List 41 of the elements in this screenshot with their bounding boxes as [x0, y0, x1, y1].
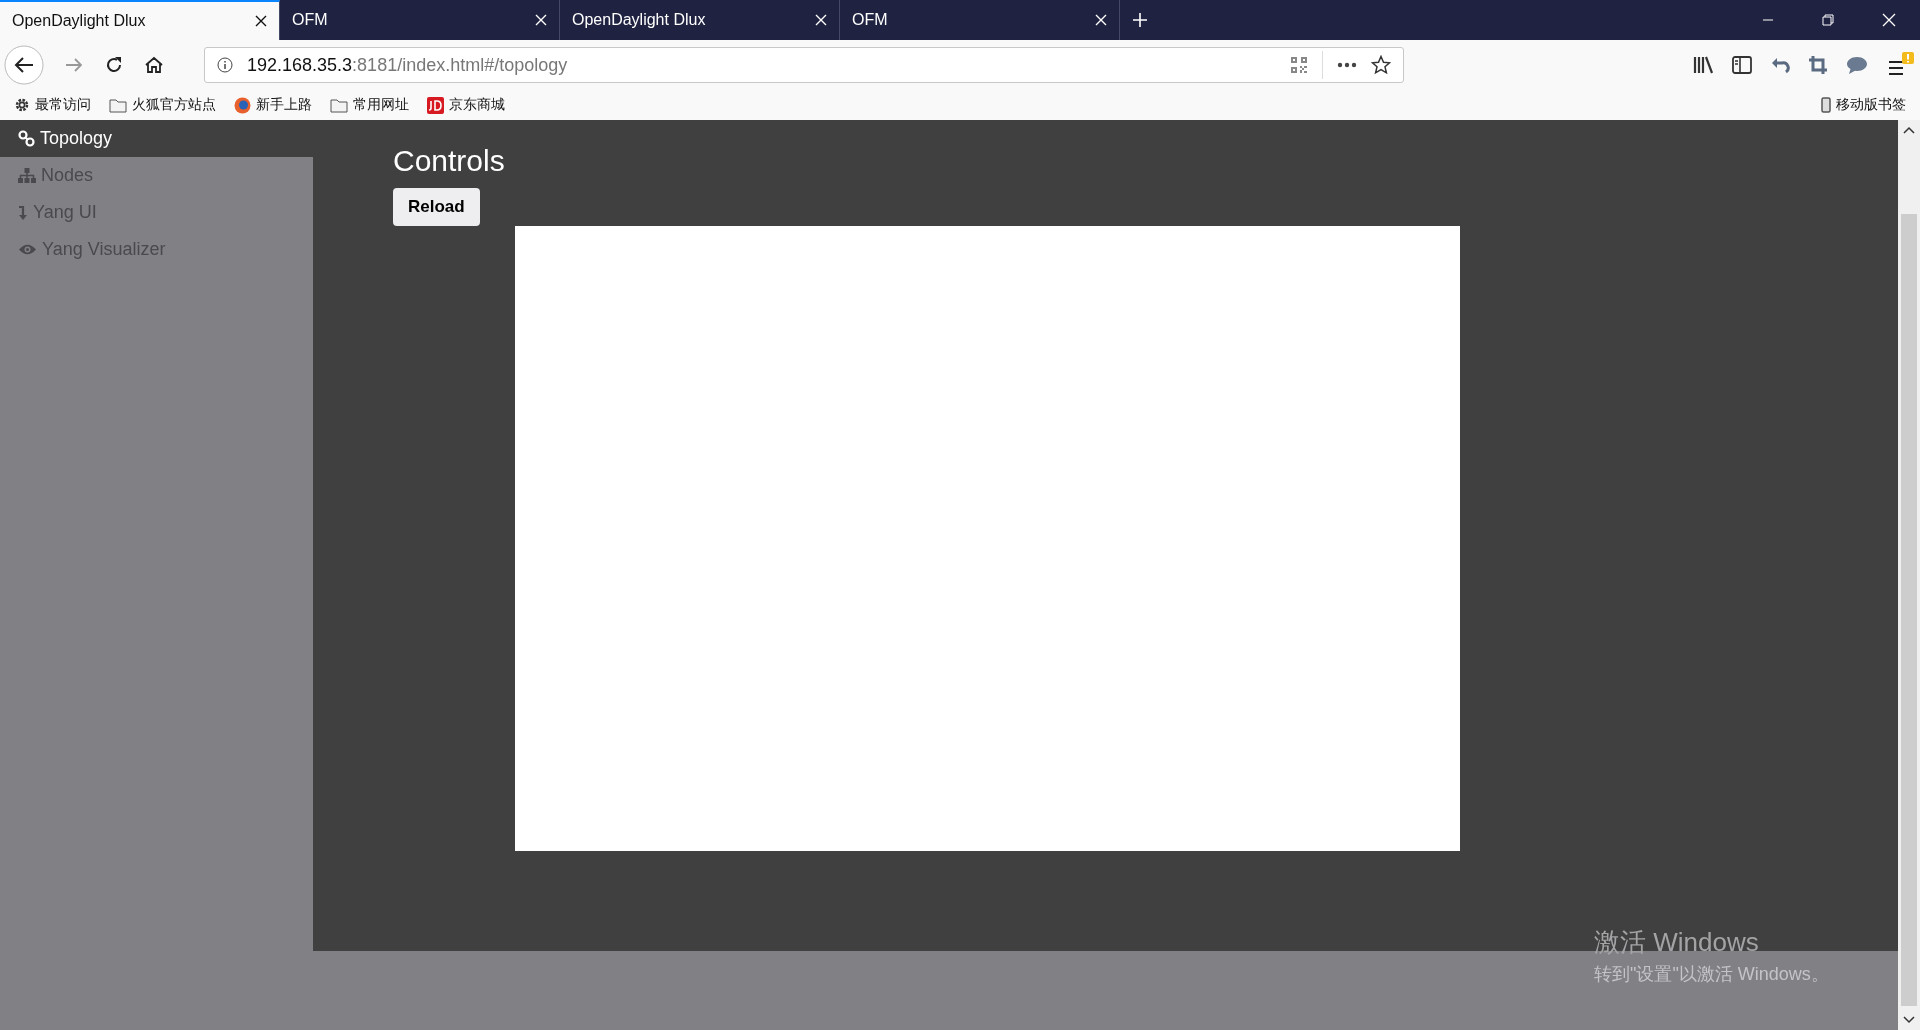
- bookmark-item[interactable]: 最常访问: [14, 96, 91, 114]
- browser-tab[interactable]: OpenDaylight Dlux: [0, 0, 280, 40]
- chain-link-icon: [18, 130, 35, 147]
- reload-icon[interactable]: [104, 55, 124, 75]
- activation-text: 转到"设置"以激活 Windows。: [1594, 963, 1829, 986]
- globe-icon: [234, 96, 251, 114]
- qr-code-icon[interactable]: [1290, 56, 1308, 74]
- mobile-bookmarks[interactable]: 移动版书签: [1821, 96, 1906, 114]
- activation-title: 激活 Windows: [1594, 926, 1760, 959]
- star-icon[interactable]: [1371, 55, 1391, 75]
- url-text: 192.168.35.3:8181/index.html#/topology: [247, 54, 568, 76]
- address-field[interactable]: 192.168.35.3:8181/index.html#/topology: [204, 47, 1404, 83]
- bookmark-item[interactable]: 新手上路: [234, 96, 312, 114]
- new-tab-icon[interactable]: [1132, 12, 1148, 28]
- crop-icon[interactable]: [1808, 55, 1828, 75]
- scrollbar-thumb[interactable]: [1901, 214, 1917, 1006]
- folder-icon: [330, 97, 348, 113]
- section-heading: Controls: [393, 144, 505, 178]
- down-arrow-icon: [18, 204, 28, 221]
- home-icon[interactable]: [144, 55, 164, 75]
- eye-icon: [18, 243, 37, 256]
- reload-button[interactable]: Reload: [393, 188, 480, 226]
- bookmark-item[interactable]: 常用网址: [330, 96, 409, 114]
- back-icon[interactable]: [4, 45, 44, 85]
- sidebar-item[interactable]: Topology: [0, 120, 313, 157]
- bookmark-item[interactable]: 火狐官方站点: [109, 96, 216, 114]
- gear-icon: [14, 97, 30, 113]
- scrollbar[interactable]: [1898, 120, 1920, 1030]
- info-icon[interactable]: [217, 57, 233, 73]
- undo-arrow-icon[interactable]: [1770, 56, 1790, 74]
- shop-logo-icon: [427, 96, 444, 114]
- more-icon[interactable]: [1337, 62, 1357, 68]
- sidebar-icon[interactable]: [1732, 56, 1752, 74]
- bookmark-item[interactable]: 京东商城: [427, 96, 505, 114]
- close-icon[interactable]: [255, 15, 267, 27]
- phone-icon: [1821, 97, 1831, 113]
- hierarchy-icon: [18, 167, 36, 184]
- restore-icon[interactable]: [1822, 14, 1834, 26]
- chat-bubble-icon[interactable]: [1846, 55, 1868, 75]
- library-icon[interactable]: [1692, 55, 1714, 75]
- folder-icon: [109, 97, 127, 113]
